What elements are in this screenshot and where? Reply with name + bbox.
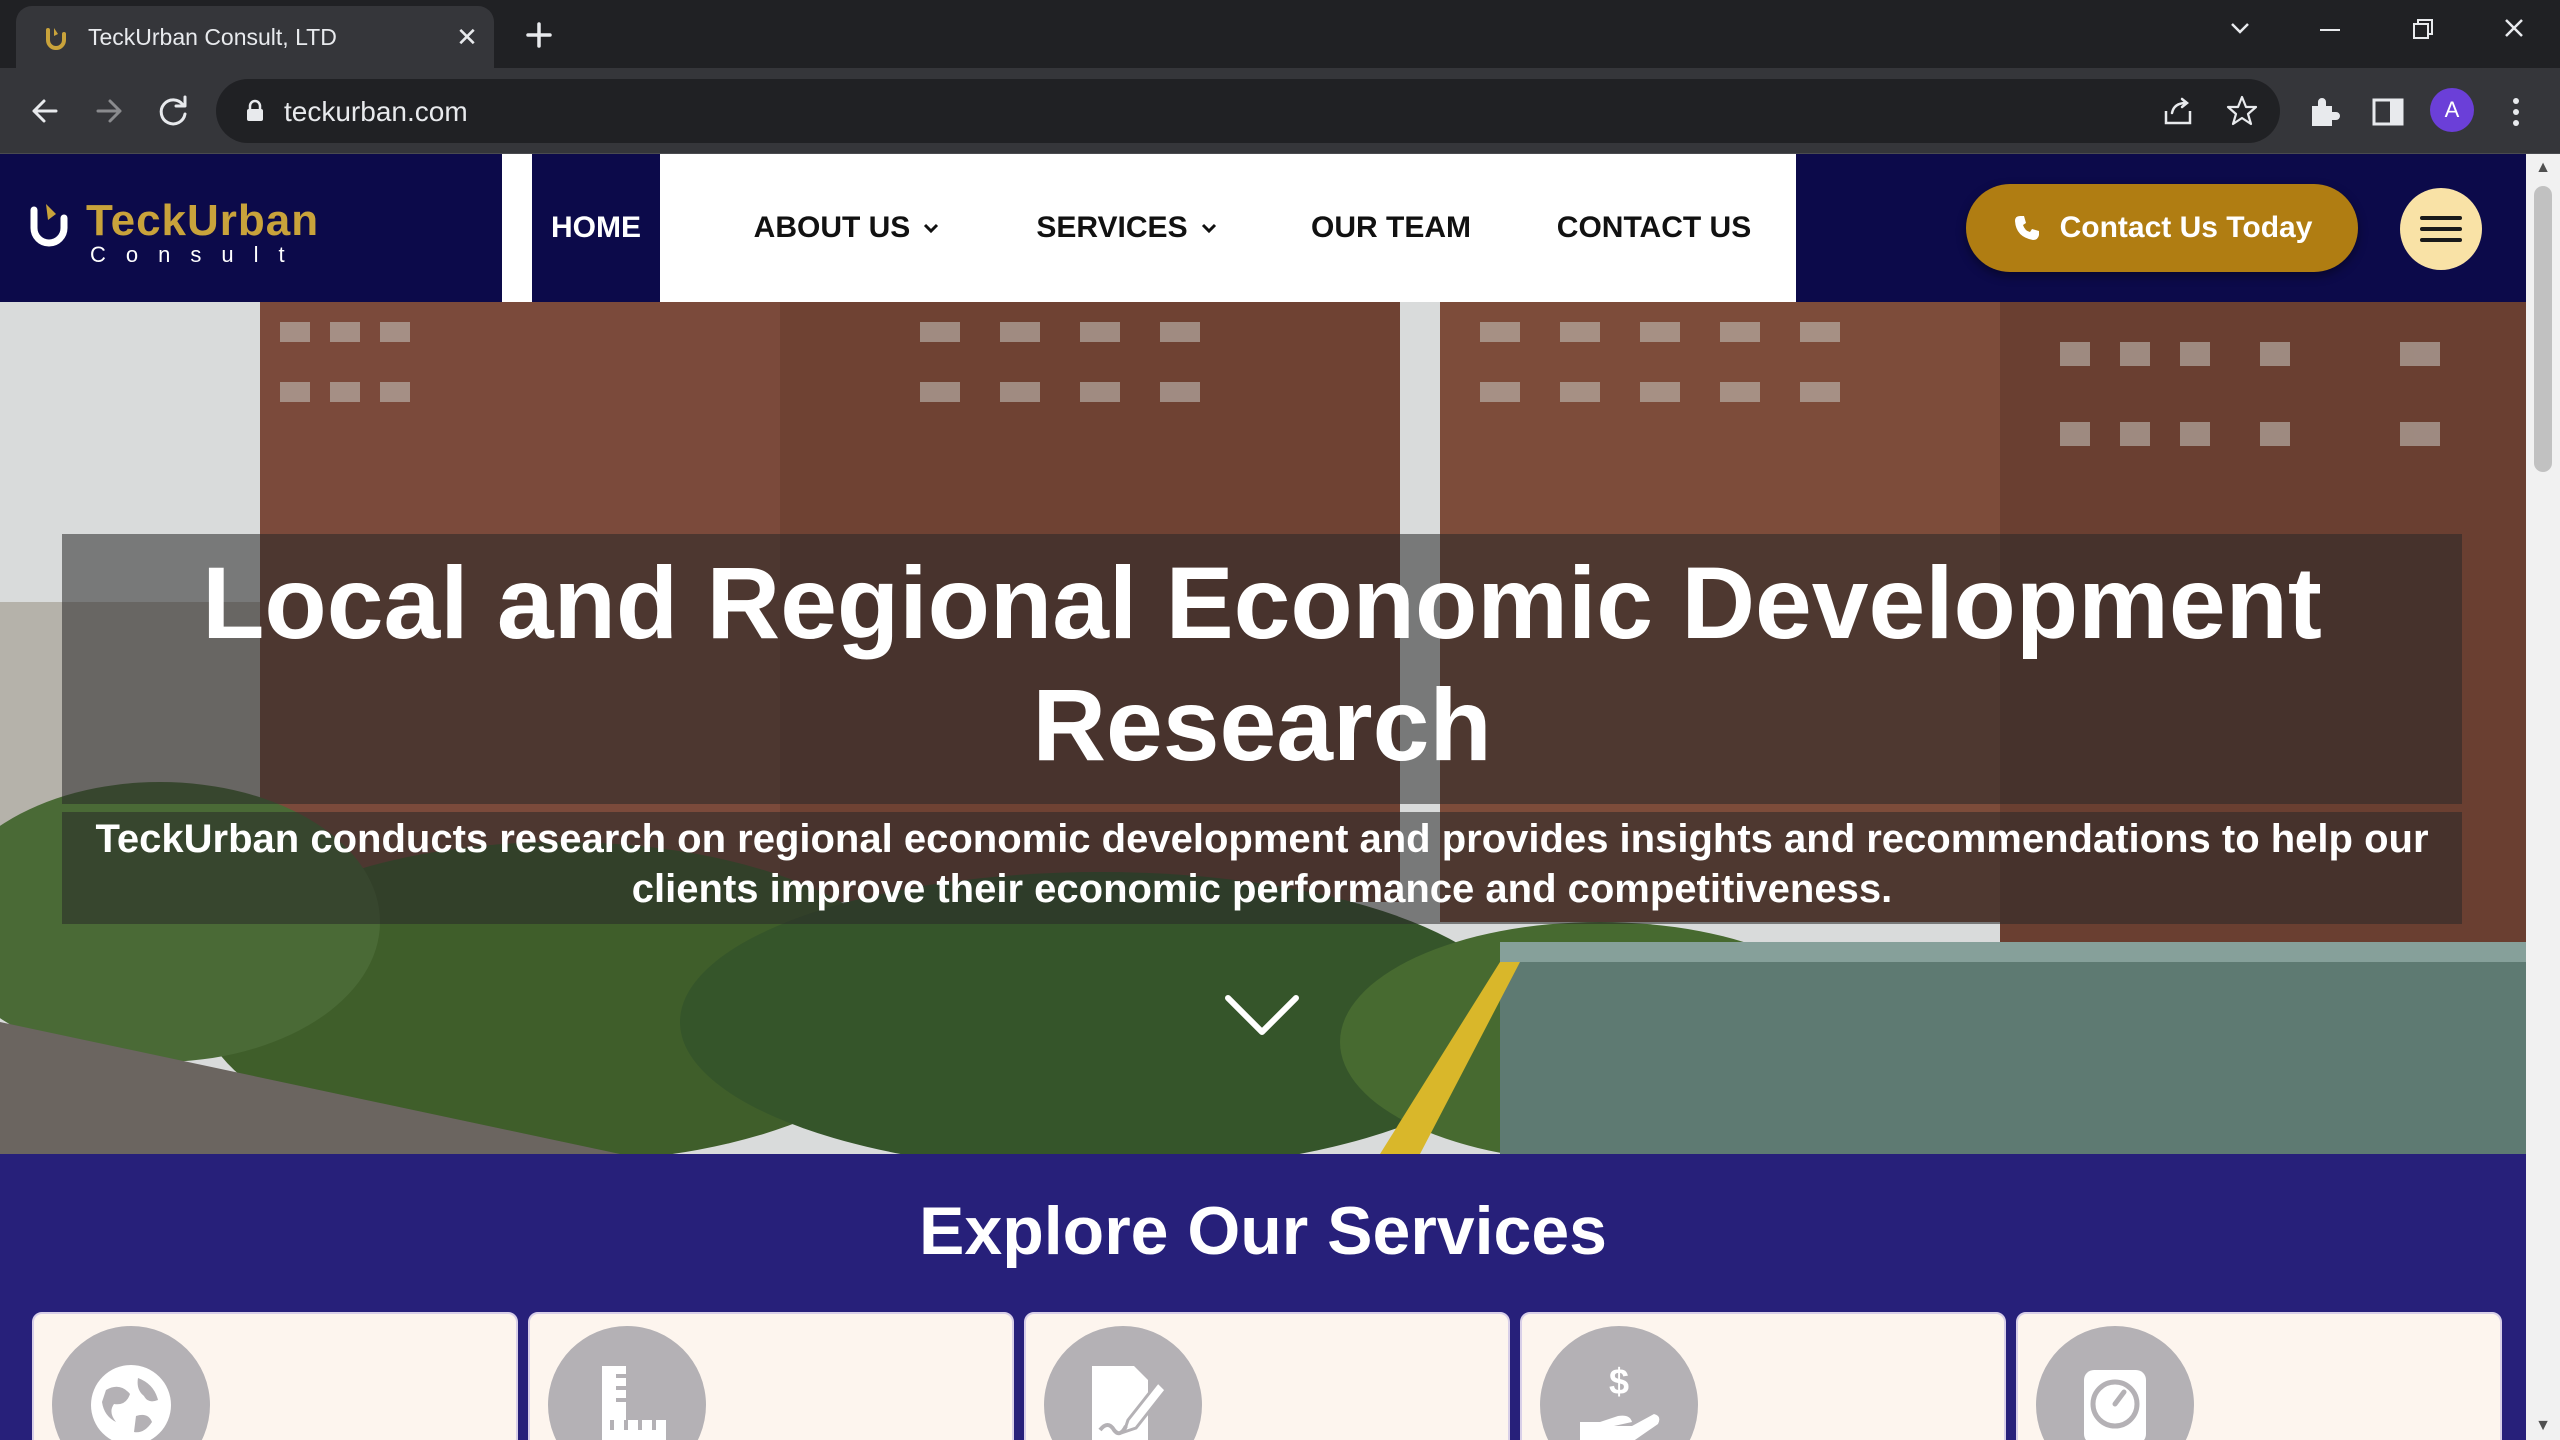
- hero-title: Local and Regional Economic Development …: [202, 546, 2322, 782]
- menu-kebab-icon[interactable]: [2496, 92, 2536, 132]
- chevron-down-icon: [1201, 223, 1216, 234]
- ruler-icon: [602, 1366, 666, 1440]
- new-tab-icon[interactable]: [518, 14, 560, 56]
- service-icon-circle: [52, 1326, 210, 1440]
- nav-item-contact-us[interactable]: CONTACT US: [1538, 154, 1770, 302]
- address-bar[interactable]: teckurban.com: [216, 79, 2280, 143]
- page-viewport: TeckUrban Consult HOME ABOUT US SERVICES…: [0, 154, 2526, 1440]
- scrollbar-thumb[interactable]: [2534, 186, 2552, 472]
- profile-avatar[interactable]: A: [2430, 88, 2474, 132]
- nav-item-services[interactable]: SERVICES: [1004, 154, 1250, 302]
- phone-icon: [2014, 216, 2039, 240]
- close-window-icon[interactable]: [2484, 8, 2544, 52]
- hamburger-line: [2420, 227, 2462, 231]
- service-icon-circle: [548, 1326, 706, 1440]
- scroll-down-chevron-icon[interactable]: [1222, 990, 1302, 1040]
- restore-icon[interactable]: [2392, 8, 2452, 52]
- site-header: TeckUrban Consult HOME ABOUT US SERVICES…: [0, 154, 2526, 302]
- nav-item-our-team[interactable]: OUR TEAM: [1284, 154, 1498, 302]
- nav-item-label: HOME: [551, 211, 641, 244]
- service-card[interactable]: $: [1520, 1312, 2006, 1440]
- logo-mark-icon: [30, 204, 68, 247]
- nav-item-about-us[interactable]: ABOUT US: [724, 154, 970, 302]
- nav-item-home[interactable]: HOME: [532, 154, 660, 302]
- site-logo[interactable]: TeckUrban Consult: [26, 196, 326, 267]
- tab-title: TeckUrban Consult, LTD: [88, 24, 337, 50]
- service-card[interactable]: [32, 1312, 518, 1440]
- chevron-down-icon: [924, 223, 939, 234]
- bookmark-star-icon[interactable]: [2224, 93, 2260, 129]
- service-card[interactable]: [528, 1312, 1014, 1440]
- nav-item-label: OUR TEAM: [1311, 211, 1471, 244]
- hero-section: Local and Regional Economic Development …: [0, 302, 2526, 1154]
- minimize-icon[interactable]: [2300, 8, 2360, 52]
- browser-tabstrip: TeckUrban Consult, LTD ✕: [0, 0, 2560, 68]
- tab-close-icon[interactable]: ✕: [450, 20, 484, 54]
- hero-subtitle: TeckUrban conducts research on regional …: [95, 817, 2429, 911]
- globe-icon: [91, 1365, 171, 1440]
- extensions-icon[interactable]: [2304, 92, 2344, 132]
- service-card[interactable]: [2016, 1312, 2502, 1440]
- service-card[interactable]: [1024, 1312, 1510, 1440]
- service-icon-circle: $: [1540, 1326, 1698, 1440]
- main-nav: HOME ABOUT US SERVICES OUR TEAM CONTACT …: [502, 154, 1796, 302]
- nav-item-label: ABOUT US: [753, 211, 911, 244]
- reload-icon[interactable]: [150, 88, 196, 134]
- share-icon[interactable]: [2160, 93, 2196, 129]
- lock-icon[interactable]: [244, 99, 266, 123]
- back-icon[interactable]: [22, 88, 68, 134]
- logo-subtext: Consult: [90, 242, 305, 267]
- hamburger-line: [2420, 216, 2462, 220]
- contact-us-today-button[interactable]: Contact Us Today: [1966, 184, 2358, 272]
- hamburger-menu-button[interactable]: [2400, 188, 2482, 270]
- logo-wordmark: TeckUrban: [86, 196, 320, 245]
- nav-item-label: CONTACT US: [1556, 211, 1752, 244]
- money-hand-icon: $: [1580, 1361, 1660, 1440]
- nav-item-label: SERVICES: [1036, 211, 1188, 244]
- forward-icon[interactable]: [86, 88, 132, 134]
- svg-text:$: $: [1609, 1361, 1629, 1402]
- service-icon-circle: [2036, 1326, 2194, 1440]
- services-section: Explore Our Services $: [0, 1154, 2526, 1440]
- service-icon-circle: [1044, 1326, 1202, 1440]
- scroll-down-arrow-icon[interactable]: ▼: [2533, 1416, 2553, 1436]
- site-favicon-icon: [46, 28, 66, 50]
- cta-label: Contact Us Today: [2059, 211, 2313, 244]
- tab-search-icon[interactable]: [2210, 8, 2270, 52]
- hamburger-line: [2420, 238, 2462, 242]
- scroll-up-arrow-icon[interactable]: ▲: [2533, 158, 2553, 178]
- side-panel-icon[interactable]: [2368, 92, 2408, 132]
- clock-icon: [2084, 1370, 2146, 1440]
- page-scrollbar[interactable]: ▲ ▼: [2526, 154, 2560, 1440]
- browser-tab[interactable]: TeckUrban Consult, LTD ✕: [16, 6, 494, 68]
- url-text[interactable]: teckurban.com: [284, 96, 468, 128]
- browser-toolbar: teckurban.com A: [0, 68, 2560, 154]
- document-edit-icon: [1092, 1366, 1168, 1440]
- services-title: Explore Our Services: [919, 1193, 1607, 1269]
